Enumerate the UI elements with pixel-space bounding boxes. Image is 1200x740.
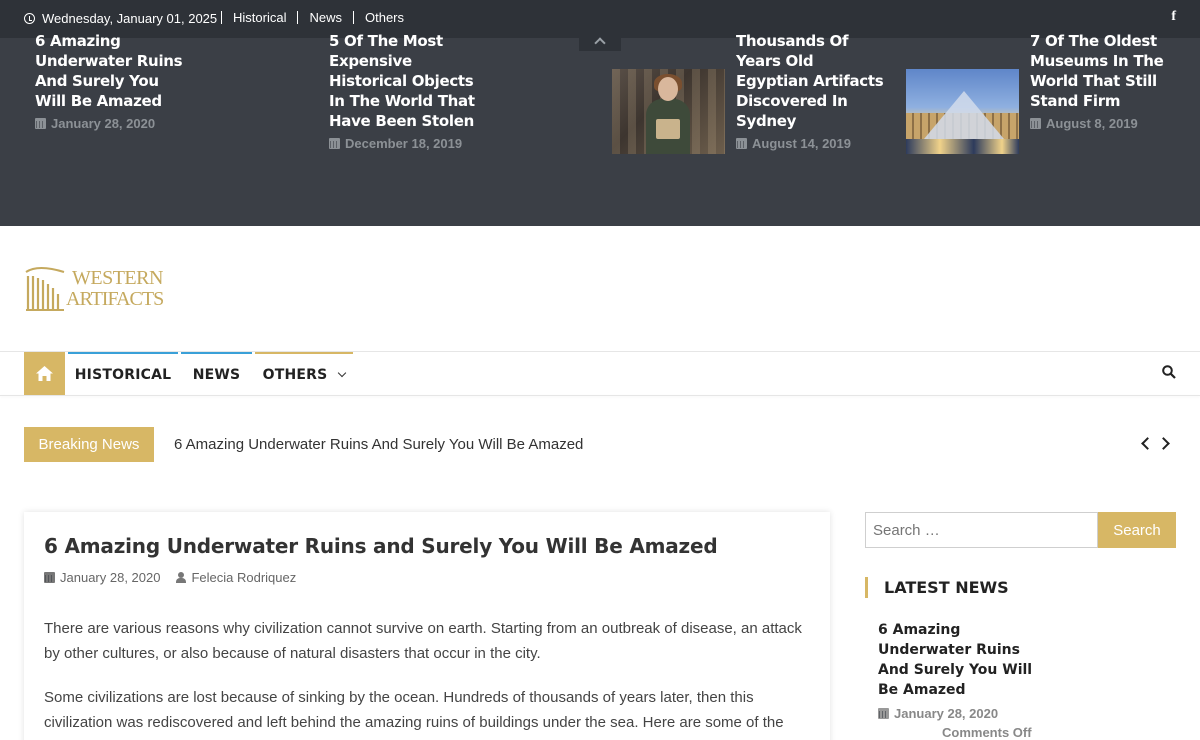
chevron-right-icon[interactable] (1157, 437, 1170, 450)
top-link-news[interactable]: News (297, 11, 353, 24)
latest-news-title[interactable]: 6 Amazing Underwater Ruins And Surely Yo… (878, 620, 1038, 700)
breaking-news-label: Breaking News (24, 427, 154, 462)
article-paragraph: There are various reasons why civilizati… (44, 620, 802, 662)
chevron-down-icon (338, 368, 347, 377)
site-logo[interactable]: WESTERN ARTIFACTS (24, 266, 166, 312)
calendar-icon (878, 708, 889, 719)
featured-post-3[interactable]: Thousands Of Years Old Egyptian Artifact… (736, 31, 886, 151)
nav-others[interactable]: OTHERS (255, 352, 353, 395)
featured-post-1[interactable]: 6 Amazing Underwater Ruins And Surely Yo… (35, 31, 185, 131)
search-input[interactable] (865, 512, 1098, 548)
clock-icon (24, 13, 35, 24)
columns-logo-icon (25, 267, 65, 311)
calendar-icon (1030, 118, 1041, 129)
nav-others-label[interactable]: OTHERS (263, 367, 328, 383)
article-card: 6 Amazing Underwater Ruins and Surely Yo… (24, 512, 830, 740)
current-date: Wednesday, January 01, 2025 (24, 11, 217, 26)
breaking-news-headline[interactable]: 6 Amazing Underwater Ruins And Surely Yo… (174, 436, 583, 453)
chevron-left-icon[interactable] (1141, 437, 1154, 450)
logo-text-line1: WESTERN (72, 267, 163, 289)
search-button[interactable]: Search (1098, 512, 1176, 548)
nav-historical-label[interactable]: HISTORICAL (75, 367, 171, 383)
featured-post-title[interactable]: 5 Of The Most Expensive Historical Objec… (329, 31, 479, 131)
calendar-icon (44, 572, 55, 583)
latest-news-heading: LATEST NEWS (865, 577, 1009, 598)
user-icon (176, 572, 187, 583)
featured-post-4-thumbnail[interactable] (906, 69, 1019, 154)
calendar-icon (736, 138, 747, 149)
featured-post-date: August 8, 2019 (1030, 116, 1180, 131)
current-date-text: Wednesday, January 01, 2025 (42, 11, 218, 26)
top-links: Historical News Others (221, 11, 415, 24)
featured-post-date: January 28, 2020 (35, 116, 185, 131)
collapse-toggle-chevron-up-icon[interactable] (579, 38, 621, 51)
featured-post-date: August 14, 2019 (736, 136, 886, 151)
featured-post-title[interactable]: Thousands Of Years Old Egyptian Artifact… (736, 31, 886, 131)
featured-post-title[interactable]: 7 Of The Oldest Museums In The World Tha… (1030, 31, 1180, 111)
featured-post-4[interactable]: 7 Of The Oldest Museums In The World Tha… (1030, 31, 1180, 131)
logo-text-line2: ARTIFACTS (66, 288, 164, 310)
latest-news-date: January 28, 2020 (878, 706, 1038, 721)
facebook-icon[interactable]: f (1171, 9, 1176, 25)
article-title[interactable]: 6 Amazing Underwater Ruins and Surely Yo… (44, 534, 718, 558)
calendar-icon (35, 118, 46, 129)
latest-news-comments: Comments Off (942, 725, 1032, 740)
nav-news[interactable]: NEWS (181, 352, 252, 395)
home-icon (36, 366, 53, 381)
calendar-icon (329, 138, 340, 149)
article-paragraph: Some civilizations are lost because of s… (44, 689, 784, 731)
featured-post-date: December 18, 2019 (329, 136, 479, 151)
nav-historical[interactable]: HISTORICAL (68, 352, 178, 395)
featured-post-3-thumbnail[interactable] (612, 69, 725, 154)
nav-news-label[interactable]: NEWS (193, 367, 241, 383)
featured-post-2[interactable]: 5 Of The Most Expensive Historical Objec… (329, 31, 479, 151)
nav-bottom-divider (0, 395, 1200, 396)
article-author[interactable]: Felecia Rodriquez (191, 570, 296, 585)
search-icon[interactable] (1162, 365, 1176, 379)
article-meta: January 28, 2020 Felecia Rodriquez (44, 570, 296, 585)
latest-news-item[interactable]: 6 Amazing Underwater Ruins And Surely Yo… (878, 620, 1038, 740)
article-date[interactable]: January 28, 2020 (60, 570, 160, 585)
top-link-historical[interactable]: Historical (221, 11, 297, 24)
featured-post-title[interactable]: 6 Amazing Underwater Ruins And Surely Yo… (35, 31, 185, 111)
top-link-others[interactable]: Others (352, 11, 415, 24)
home-button[interactable] (24, 352, 65, 395)
nav-top-divider (0, 351, 1200, 352)
